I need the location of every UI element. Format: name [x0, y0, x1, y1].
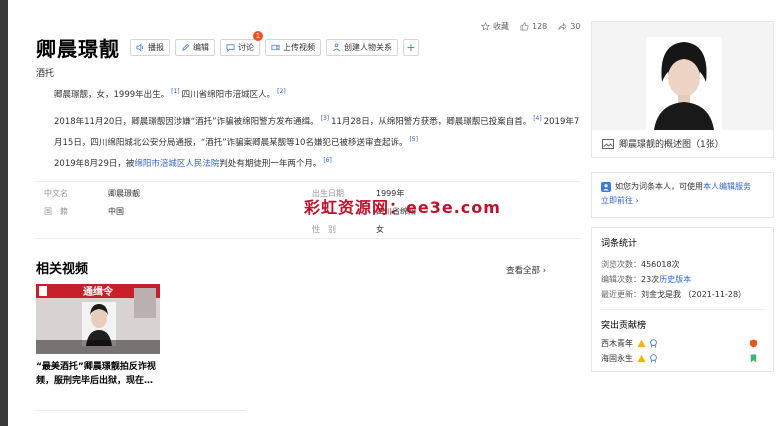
edits-line: 编辑次数：23次历史版本	[601, 272, 764, 287]
summary-image-card[interactable]: 卿晨璟靓的概述图（1张）	[591, 21, 774, 158]
upload-video-button[interactable]: 上传视频	[265, 38, 321, 56]
info-key-name: 中文名	[44, 189, 68, 198]
edit-label: 编辑	[193, 42, 209, 52]
stats-title: 词条统计	[601, 239, 638, 249]
info-val-nation[interactable]: 中国	[108, 206, 124, 217]
contributor-name: 西木青年	[601, 339, 633, 348]
video-thumbnail-image: 通缉令	[36, 284, 160, 354]
warning-icon	[637, 339, 646, 348]
summary-paragraph-3: 2019年8月29日，被绵阳市涪城区人民法院判处有期徒刑一年两个月。 [6]	[36, 152, 581, 173]
bookmark-icon	[750, 354, 757, 363]
collect-button[interactable]: 收藏	[481, 21, 509, 32]
share-count: 30	[570, 22, 581, 31]
speaker-icon	[136, 43, 144, 51]
title-row: 卿晨璟靓 播报 编辑 讨论 1 上传视频 创建人物关系 +	[36, 30, 424, 62]
pencil-icon	[182, 43, 190, 51]
create-relation-button[interactable]: 创建人物关系	[326, 38, 398, 56]
para-text: 卿晨璟靓，女，1999年出生。	[54, 90, 170, 100]
entry-stats-card: 词条统计 浏览次数：456018次 编辑次数：23次历史版本 最近更新：刘金戈是…	[591, 227, 774, 372]
video-icon	[271, 44, 280, 50]
discuss-badge: 1	[253, 30, 263, 41]
citation-link[interactable]: [2]	[277, 88, 286, 95]
encyclopedia-page: 收藏 128 30 卿晨璟靓 播报 编辑 讨论 1 上传视频 创建人物关系 + …	[8, 0, 783, 426]
contrib-title: 突出贡献榜	[601, 321, 647, 331]
citation-link[interactable]: [3]	[321, 115, 330, 122]
views-key: 浏览次数：	[601, 260, 641, 269]
add-button[interactable]: +	[403, 38, 419, 56]
divider	[601, 309, 764, 310]
updated-line: 最近更新：刘金戈是我 （2021-11-28）	[601, 287, 764, 302]
badge-icon	[650, 339, 657, 348]
videos-section-title: 相关视频	[36, 262, 89, 277]
summary-paragraph-1: 卿晨璟靓，女，1999年出生。 [1] 四川省绵阳市涪城区人。 [2]	[36, 83, 581, 104]
share-icon	[558, 22, 567, 31]
user-card-icon	[601, 182, 611, 192]
warning-icon	[637, 354, 646, 363]
chat-bubble-icon	[226, 43, 235, 52]
court-link[interactable]: 绵阳市涪城区人民法院	[134, 159, 219, 169]
citation-link[interactable]: [6]	[323, 157, 332, 164]
views-value: 456018次	[641, 260, 680, 269]
para-text: 判处有期徒刑一年两个月。	[219, 159, 322, 169]
stats-row: 收藏 128 30	[481, 21, 591, 32]
citation-link[interactable]: [4]	[533, 115, 542, 122]
badge-icon	[650, 354, 657, 363]
para-text: 四川省绵阳市涪城区人。	[181, 90, 276, 100]
play-label: 播报	[148, 42, 164, 52]
discuss-label: 讨论	[238, 42, 254, 52]
photo-caption-text: 卿晨璟靓的概述图（1张）	[619, 140, 724, 150]
contributor-row[interactable]: 西木青年	[601, 336, 764, 351]
main-content: 收藏 128 30 卿晨璟靓 播报 编辑 讨论 1 上传视频 创建人物关系 + …	[36, 0, 581, 426]
edit-button[interactable]: 编辑	[175, 38, 215, 56]
updated-value: 刘金戈是我 （2021-11-28）	[641, 290, 747, 299]
summary-photo	[592, 22, 773, 130]
page-subtitle: 酒托	[36, 69, 55, 79]
shield-icon	[749, 339, 758, 348]
self-edit-link[interactable]: 本人编辑服务	[703, 180, 751, 194]
page-title: 卿晨璟靓	[36, 36, 120, 61]
divider	[36, 410, 246, 411]
citation-link[interactable]: [5]	[409, 136, 418, 143]
collect-label: 收藏	[493, 22, 509, 31]
star-icon	[481, 22, 490, 31]
thumb-title: 通缉令	[83, 285, 114, 298]
play-button[interactable]: 播报	[130, 38, 170, 56]
video-caption[interactable]: “最美酒托”卿晨璟靓拍反诈视频，服刑完毕后出狱，现在…	[36, 360, 166, 388]
para-text: 2019年8月29日，被	[54, 159, 135, 169]
people-icon	[333, 42, 340, 51]
edits-key: 编辑次数：	[601, 275, 641, 284]
para-text: 2018年11月20日，卿晨璟靓因涉嫌“酒托”诈骗被绵阳警方发布通缉。	[54, 117, 319, 127]
share-button[interactable]: 30	[558, 22, 580, 31]
sidebar: 卿晨璟靓的概述图（1张） 如您为词条本人，可使用 本人编辑服务 立即前往 › 词条…	[591, 0, 783, 426]
like-button[interactable]: 128	[520, 22, 547, 31]
portrait-image	[646, 37, 722, 130]
video-thumbnail[interactable]: 通缉令	[36, 284, 160, 354]
notice-text: 如您为词条本人，可使用	[615, 182, 703, 191]
thumbs-up-icon	[520, 22, 529, 31]
summary-paragraph-2: 2018年11月20日，卿晨璟靓因涉嫌“酒托”诈骗被绵阳警方发布通缉。 [3] 11…	[36, 110, 581, 152]
photo-caption[interactable]: 卿晨璟靓的概述图（1张）	[602, 137, 724, 150]
image-gallery-icon	[602, 138, 614, 149]
updated-key: 最近更新：	[601, 290, 641, 299]
citation-link[interactable]: [1]	[171, 88, 180, 95]
watermark: 彩虹资源网：ee3e.com	[304, 198, 501, 217]
views-line: 浏览次数：456018次	[601, 257, 764, 272]
like-count: 128	[532, 22, 548, 31]
info-key-gender: 性 别	[312, 225, 336, 234]
contributor-row[interactable]: 海固永生	[601, 351, 764, 366]
info-val-gender: 女	[376, 225, 384, 234]
upload-label: 上传视频	[283, 42, 315, 52]
self-edit-notice: 如您为词条本人，可使用 本人编辑服务 立即前往 ›	[591, 172, 774, 218]
go-now-link[interactable]: 立即前往 ›	[601, 194, 764, 208]
contributor-name: 海固永生	[601, 354, 633, 363]
left-gutter	[0, 0, 8, 426]
discuss-button[interactable]: 讨论 1	[220, 30, 263, 56]
relation-label: 创建人物关系	[344, 42, 392, 52]
info-val-name: 卿晨璟靓	[108, 189, 140, 198]
edits-value: 23次	[641, 275, 660, 284]
info-key-nation: 国 籍	[44, 207, 68, 216]
para-text: 11月28日，从绵阳警方获悉，卿晨璟靓已投案自首。	[331, 117, 532, 127]
view-all-link[interactable]: 查看全部 ›	[506, 264, 546, 276]
history-link[interactable]: 历史版本	[659, 275, 691, 284]
